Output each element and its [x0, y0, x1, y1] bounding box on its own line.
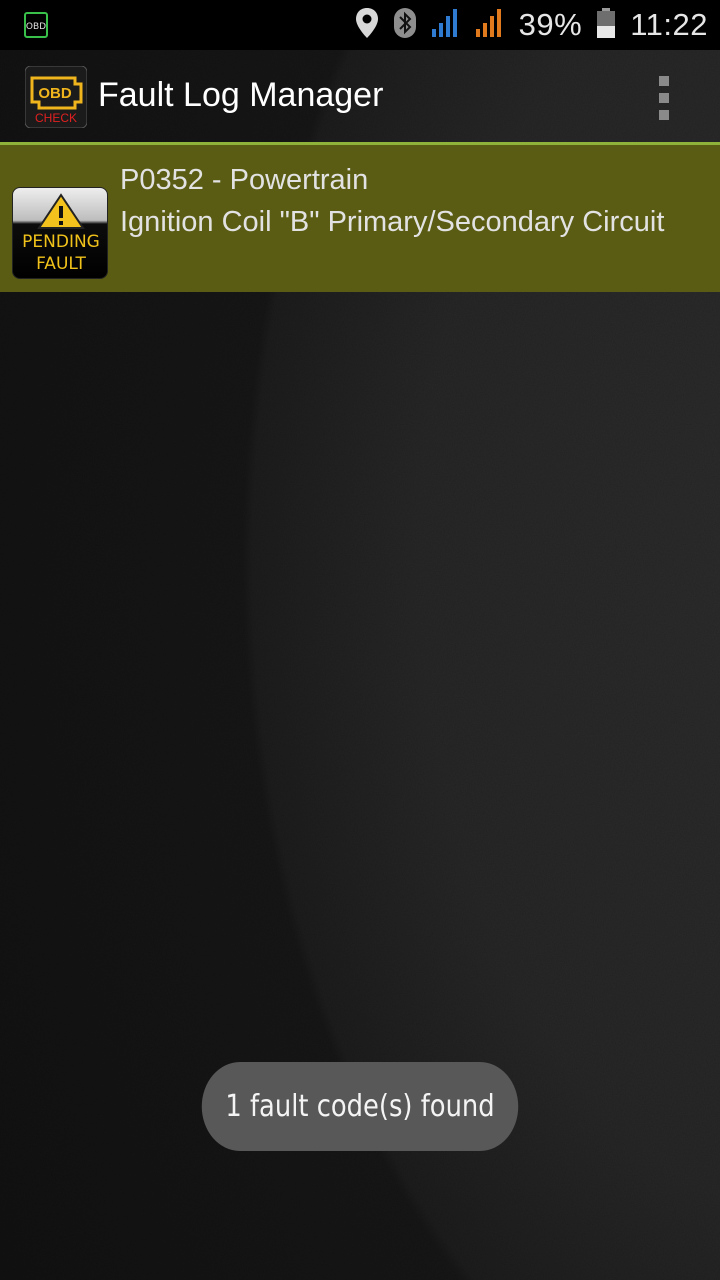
- fault-code: P0352 - Powertrain: [120, 164, 369, 196]
- badge-type-label: FAULT: [36, 254, 86, 274]
- battery-icon: [596, 7, 616, 44]
- obd-notification-label: OBD: [26, 22, 46, 32]
- clock: 11:22: [630, 7, 708, 42]
- signal-strength-sim2-icon: [475, 7, 505, 44]
- app-screen: OBD 39% 11:22 OBD CHECK Fault Log Manage…: [0, 0, 720, 1280]
- signal-strength-sim1-icon: [431, 7, 461, 44]
- bluetooth-icon: [393, 7, 417, 44]
- page-title: Fault Log Manager: [98, 76, 384, 114]
- badge-status-label: PENDING: [22, 232, 100, 252]
- overflow-menu-icon[interactable]: [648, 76, 680, 120]
- warning-triangle-icon: [37, 193, 85, 229]
- app-logo-icon[interactable]: OBD CHECK: [24, 65, 88, 129]
- toast-message: 1 fault code(s) found: [201, 1062, 519, 1151]
- app-logo-top-text: OBD: [38, 85, 72, 102]
- battery-percent: 39%: [518, 7, 583, 42]
- app-logo-bottom-text: CHECK: [35, 111, 77, 125]
- location-icon: [355, 7, 379, 44]
- pending-fault-badge: PENDING FAULT: [12, 187, 108, 279]
- obd-notification-icon: OBD: [24, 12, 48, 43]
- status-bar: OBD 39% 11:22: [0, 0, 720, 50]
- fault-description: Ignition Coil "B" Primary/Secondary Circ…: [120, 206, 665, 238]
- action-bar: OBD CHECK Fault Log Manager: [0, 50, 720, 143]
